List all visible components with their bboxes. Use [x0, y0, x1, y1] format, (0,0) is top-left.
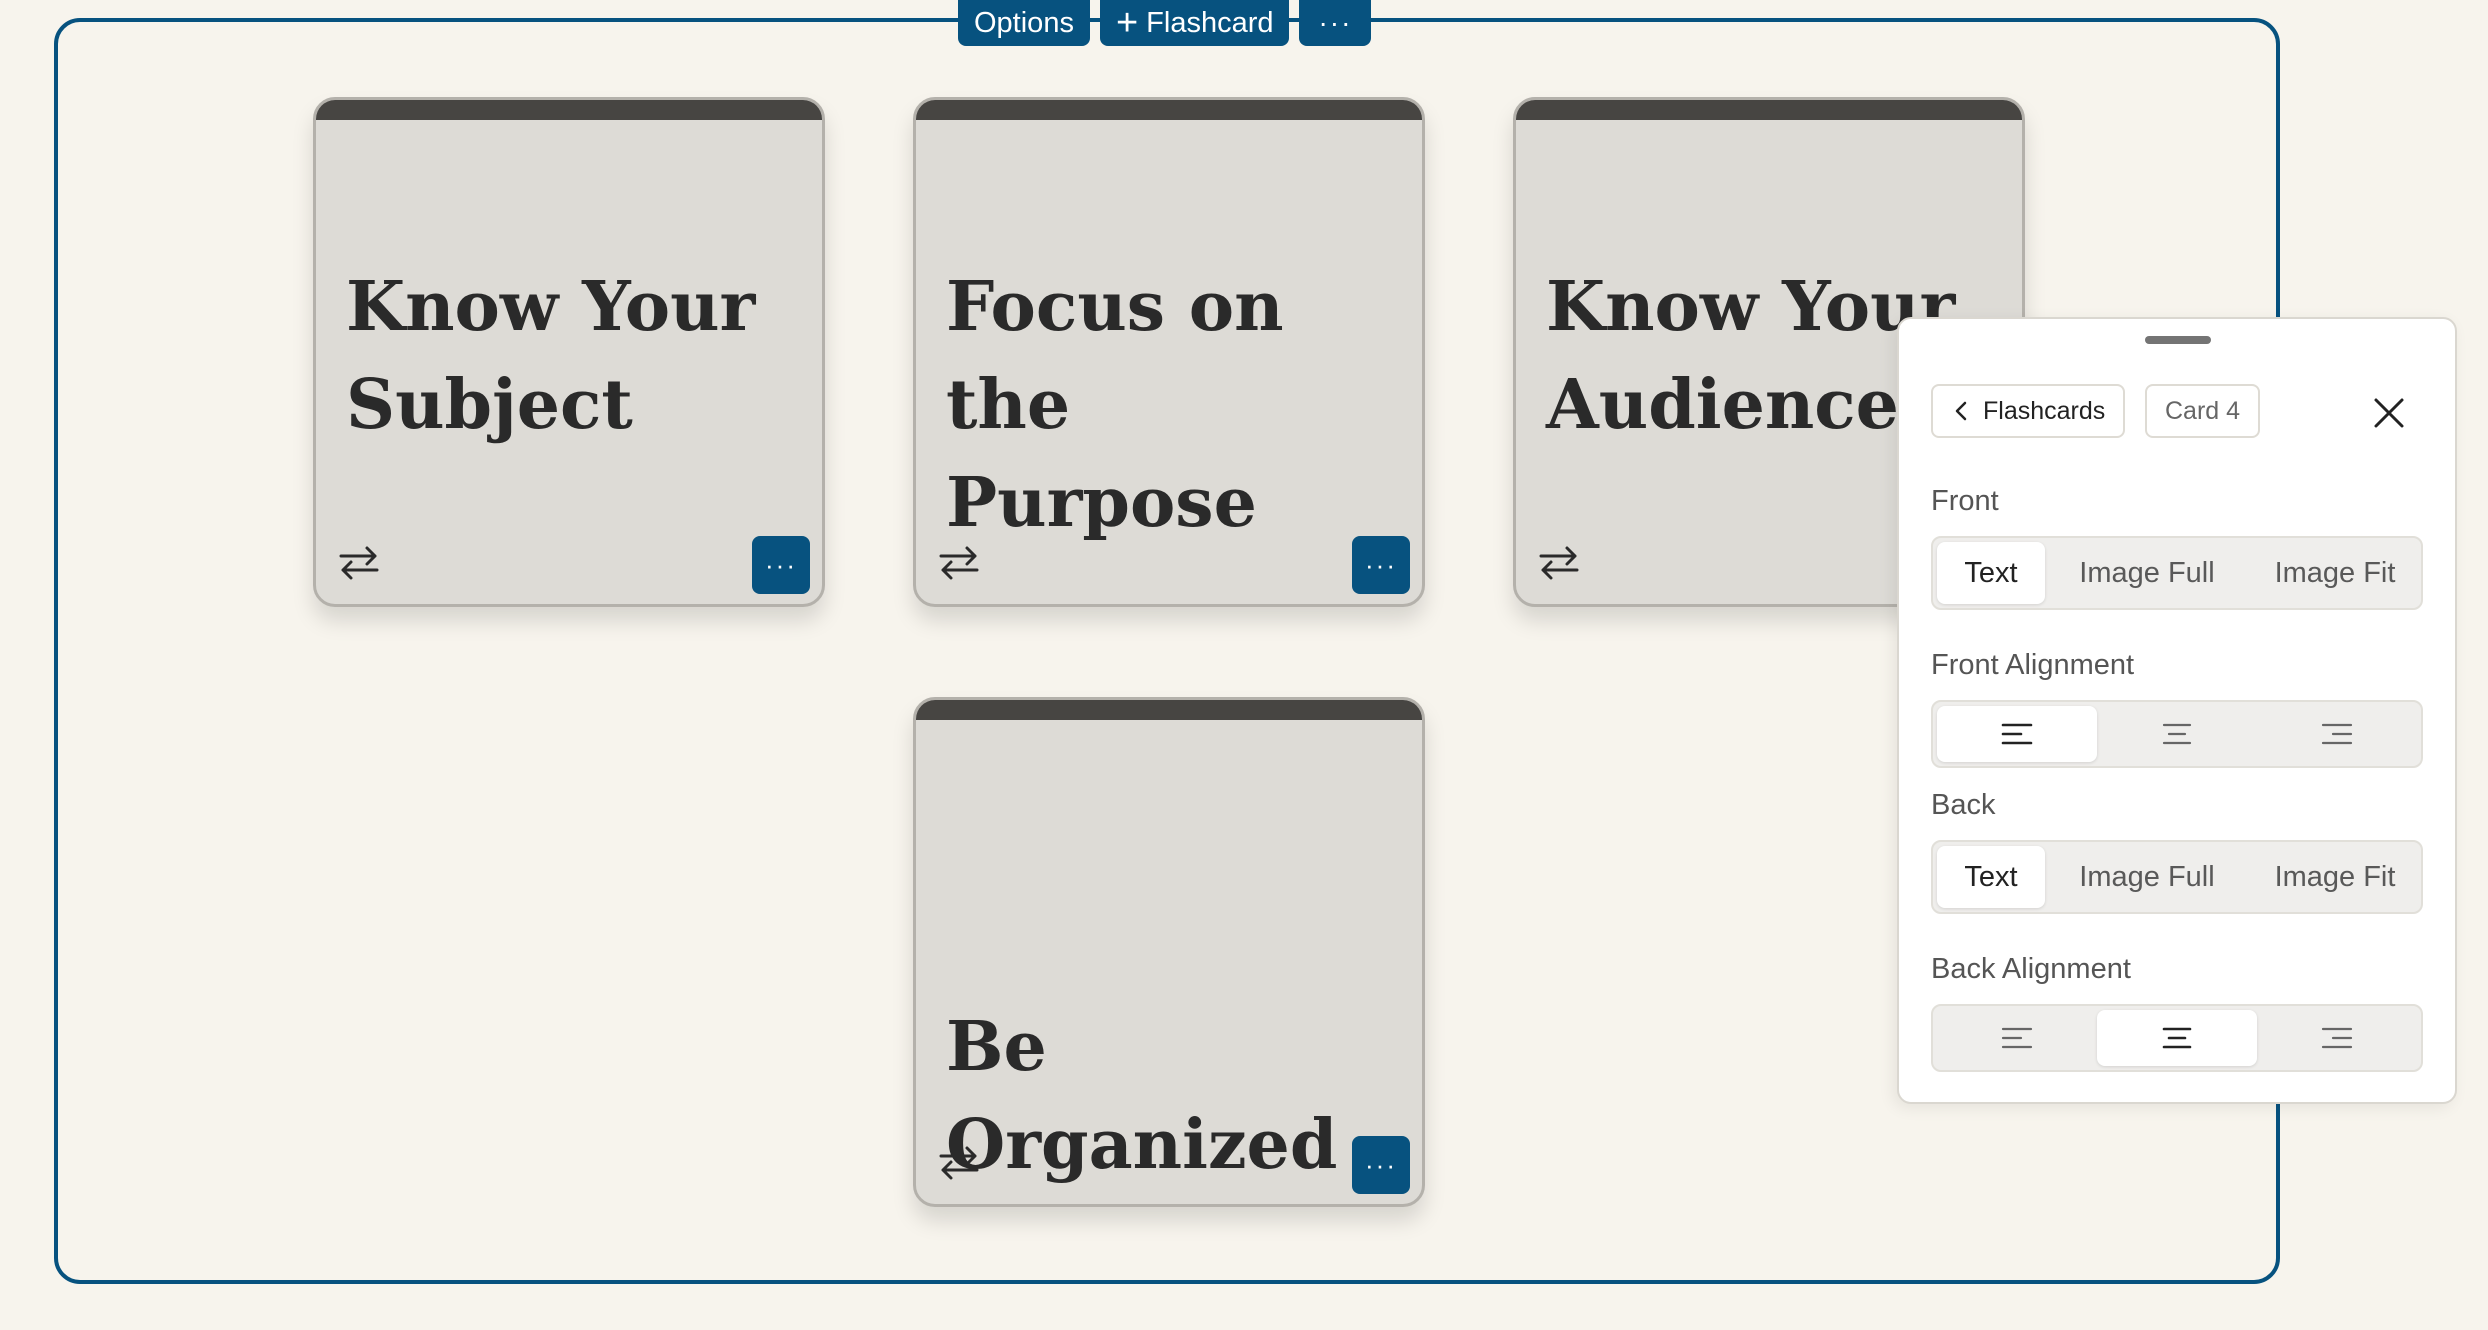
flashcard[interactable]: Be Organized ···	[913, 697, 1425, 1207]
chevron-left-icon	[1955, 401, 1967, 421]
back-option-text[interactable]: Text	[1937, 846, 2045, 908]
card-title: Know Your Subject	[346, 267, 756, 445]
swap-icon[interactable]	[936, 540, 982, 586]
back-align-center-button[interactable]	[2097, 1010, 2257, 1066]
card-header-bar	[916, 700, 1422, 720]
front-align-center-button[interactable]	[2097, 706, 2257, 762]
front-label: Front	[1931, 485, 1999, 517]
back-alignment-selector	[1931, 1004, 2423, 1072]
card-menu-button[interactable]: ···	[1352, 536, 1410, 594]
card-header-bar	[916, 100, 1422, 120]
card-header-bar	[1516, 100, 2022, 120]
card-title: Focus on the Purpose	[946, 267, 1284, 543]
swap-icon[interactable]	[936, 1140, 982, 1186]
align-right-icon	[2321, 1027, 2353, 1049]
front-alignment-selector	[1931, 700, 2423, 768]
front-type-selector: Text Image Full Image Fit	[1931, 536, 2423, 610]
toolbar-more-button[interactable]: ···	[1299, 0, 1372, 46]
back-label: Back	[1931, 789, 1996, 821]
flashcard[interactable]: Know Your Subject ···	[313, 97, 825, 607]
front-option-image-fit[interactable]: Image Fit	[2249, 542, 2421, 604]
card-title: Be Organized	[946, 1007, 1338, 1185]
card-menu-button[interactable]: ···	[1352, 1136, 1410, 1194]
back-option-image-full[interactable]: Image Full	[2045, 846, 2249, 908]
front-alignment-label: Front Alignment	[1931, 649, 2135, 681]
align-center-icon	[2162, 1027, 2192, 1049]
breadcrumb-back-button[interactable]: Flashcards	[1931, 384, 2126, 438]
front-option-image-full[interactable]: Image Full	[2045, 542, 2249, 604]
plus-icon: +	[1115, 2, 1139, 44]
back-type-selector: Text Image Full Image Fit	[1931, 840, 2423, 914]
align-right-icon	[2321, 723, 2353, 745]
align-left-icon	[2001, 723, 2033, 745]
back-option-image-fit[interactable]: Image Fit	[2249, 846, 2421, 908]
back-align-left-button[interactable]	[1937, 1010, 2097, 1066]
align-center-icon	[2162, 723, 2192, 745]
card-menu-button[interactable]: ···	[752, 536, 810, 594]
breadcrumb-back-label: Flashcards	[1983, 396, 2106, 425]
front-align-right-button[interactable]	[2257, 706, 2417, 762]
flashcard[interactable]: Focus on the Purpose ···	[913, 97, 1425, 607]
card-settings-panel: Flashcards Card 4 Front Text Image Full …	[1897, 317, 2457, 1104]
back-align-right-button[interactable]	[2257, 1010, 2417, 1066]
back-alignment-label: Back Alignment	[1931, 953, 2131, 985]
close-icon[interactable]	[2372, 396, 2406, 430]
add-flashcard-label: Flashcard	[1146, 6, 1274, 39]
card-header-bar	[316, 100, 822, 120]
add-flashcard-button[interactable]: + Flashcard	[1099, 0, 1290, 46]
align-left-icon	[2001, 1027, 2033, 1049]
block-toolbar: Options + Flashcard ···	[958, 0, 1372, 46]
front-option-text[interactable]: Text	[1937, 542, 2045, 604]
front-align-left-button[interactable]	[1937, 706, 2097, 762]
breadcrumb-current: Card 4	[2145, 384, 2261, 438]
swap-icon[interactable]	[1536, 540, 1582, 586]
swap-icon[interactable]	[336, 540, 382, 586]
drag-handle[interactable]	[2145, 336, 2211, 344]
options-button[interactable]: Options	[958, 0, 1090, 46]
